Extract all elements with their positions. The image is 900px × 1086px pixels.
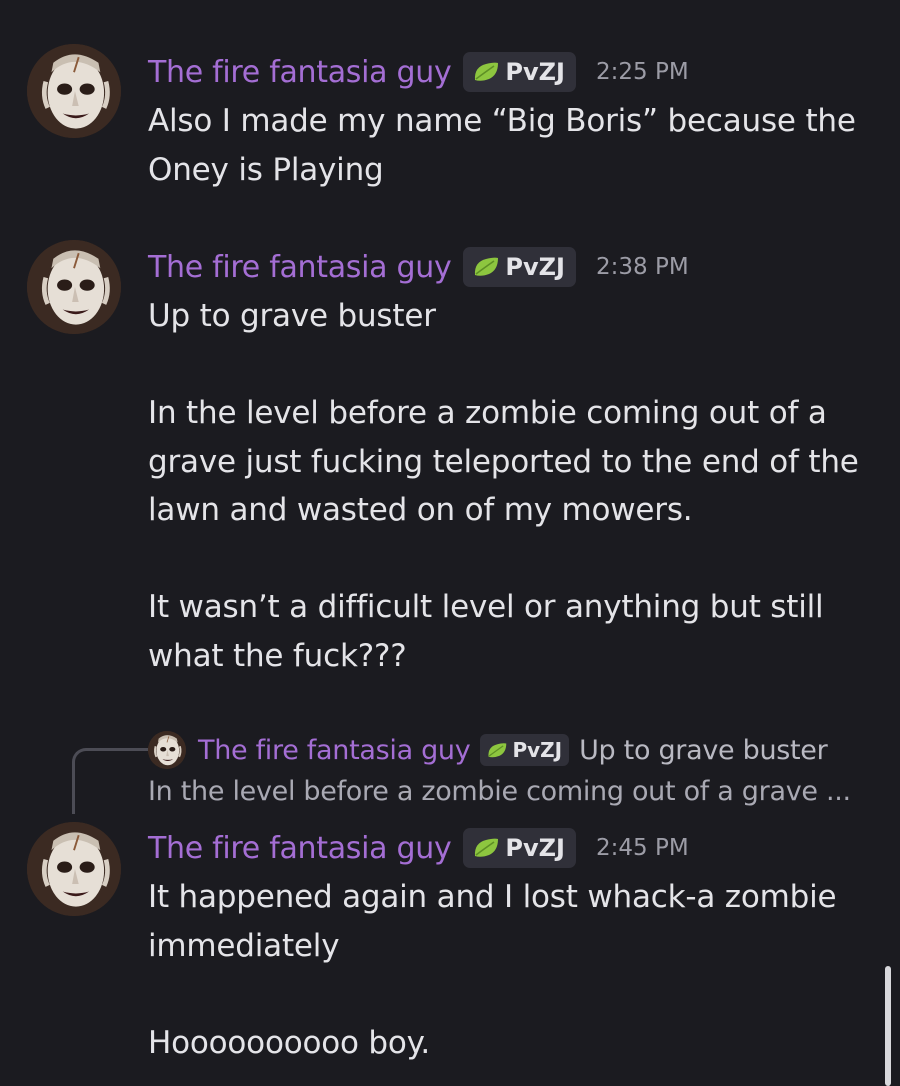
- face-avatar-icon: [27, 44, 121, 138]
- guild-tag[interactable]: PvZJ: [463, 247, 576, 287]
- face-avatar-icon: [27, 240, 121, 334]
- reply-guild-tag: PvZJ: [480, 734, 570, 766]
- scrollbar[interactable]: [885, 966, 891, 1086]
- leaf-icon: [472, 256, 500, 278]
- timestamp[interactable]: 2:25 PM: [596, 59, 689, 85]
- leaf-icon: [472, 61, 500, 83]
- username[interactable]: The fire fantasia guy: [148, 250, 452, 285]
- guild-tag-label: PvZJ: [505, 834, 565, 862]
- message-header: The fire fantasia guy PvZJ 2:45 PM: [148, 826, 689, 870]
- message-text: Up to grave buster In the level before a…: [148, 298, 859, 674]
- avatar[interactable]: [27, 822, 121, 916]
- avatar[interactable]: [27, 240, 121, 334]
- avatar[interactable]: [27, 44, 121, 138]
- guild-tag-label: PvZJ: [505, 253, 565, 281]
- guild-tag-label: PvZJ: [505, 58, 565, 86]
- reply-snippet-second-line[interactable]: In the level before a zombie coming out …: [148, 774, 878, 810]
- timestamp[interactable]: 2:45 PM: [596, 835, 689, 861]
- guild-tag[interactable]: PvZJ: [463, 52, 576, 92]
- reply-reference[interactable]: The fire fantasia guy PvZJ Up to grave b…: [148, 728, 828, 772]
- message-header: The fire fantasia guy PvZJ 2:25 PM: [148, 50, 689, 94]
- reply-connector: [72, 748, 148, 814]
- username[interactable]: The fire fantasia guy: [148, 831, 452, 866]
- face-avatar-icon: [27, 822, 121, 916]
- reply-username[interactable]: The fire fantasia guy: [198, 735, 471, 766]
- reply-avatar: [148, 731, 186, 769]
- username[interactable]: The fire fantasia guy: [148, 55, 452, 90]
- leaf-icon: [472, 837, 500, 859]
- face-avatar-icon: [148, 731, 186, 769]
- timestamp[interactable]: 2:38 PM: [596, 254, 689, 280]
- message-text: It happened again and I lost whack-a zom…: [148, 879, 837, 1061]
- message-header: The fire fantasia guy PvZJ 2:38 PM: [148, 245, 689, 289]
- message-text: Also I made my name “Big Boris” because …: [148, 103, 856, 188]
- guild-tag[interactable]: PvZJ: [463, 828, 576, 868]
- leaf-icon: [486, 742, 508, 759]
- reply-guild-tag-label: PvZJ: [512, 738, 563, 762]
- reply-snippet[interactable]: Up to grave buster: [579, 735, 828, 766]
